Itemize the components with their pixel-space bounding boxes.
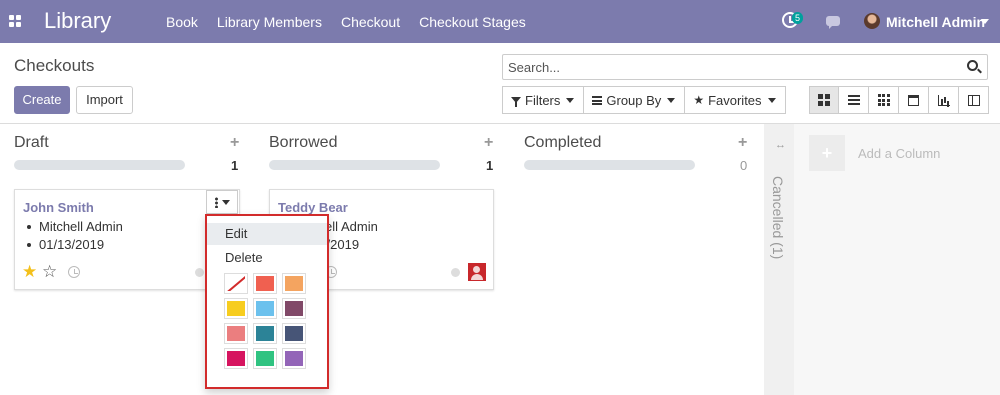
caret-down-icon (767, 97, 776, 103)
table-icon (967, 94, 980, 106)
favorites-button[interactable]: ★ Favorites (685, 86, 786, 114)
column-count-completed: 0 (740, 158, 748, 173)
create-button[interactable]: Create (14, 86, 70, 114)
color-swatch-yellow[interactable] (224, 298, 248, 319)
color-swatch-salmon-pink[interactable] (224, 323, 248, 344)
color-picker (224, 273, 325, 369)
bars-icon (592, 95, 603, 105)
column-progress-bar (14, 160, 185, 170)
user-avatar[interactable] (864, 13, 880, 29)
color-swatch-green[interactable] (253, 348, 277, 369)
grid-icon (877, 94, 890, 106)
delete-menu-item[interactable]: Delete (207, 247, 327, 269)
messaging-icon[interactable] (826, 16, 840, 29)
graph-view-button[interactable] (929, 86, 959, 114)
page-title: Checkouts (14, 56, 95, 75)
add-column-area: + Add a Column (794, 124, 1000, 395)
main-menu: Book Library Members Checkout Checkout S… (166, 14, 545, 30)
view-switcher (809, 86, 989, 114)
caret-down-icon (667, 97, 676, 103)
column-progress-bar (269, 160, 440, 170)
column-title-borrowed: Borrowed (269, 134, 338, 151)
quick-create-completed-button[interactable]: + (738, 134, 747, 152)
star-icon: ★ (693, 93, 705, 107)
list-icon (847, 95, 860, 105)
add-column-label[interactable]: Add a Column (858, 146, 940, 161)
color-swatch-dark-purple[interactable] (282, 298, 306, 319)
chevron-down-icon[interactable] (981, 19, 989, 24)
filter-icon (511, 97, 521, 107)
search-box (502, 54, 988, 80)
card-title[interactable]: Teddy Bear (278, 200, 348, 215)
filters-button[interactable]: Filters (502, 86, 585, 114)
top-navbar: Library Book Library Members Checkout Ch… (0, 0, 1000, 43)
calendar-icon (908, 94, 919, 106)
bar-chart-icon (937, 94, 950, 106)
edit-menu-item[interactable]: Edit (207, 223, 327, 245)
column-count-borrowed: 1 (486, 158, 494, 173)
menu-item-checkout-stages[interactable]: Checkout Stages (419, 14, 526, 30)
column-progress-bar (524, 160, 695, 170)
import-button[interactable]: Import (76, 86, 133, 114)
kanban-state-dot[interactable] (451, 268, 460, 277)
color-swatch-red[interactable] (253, 273, 277, 294)
column-count-draft: 1 (231, 158, 239, 173)
menu-item-checkout[interactable]: Checkout (341, 14, 400, 30)
color-swatch-medium-blue[interactable] (253, 323, 277, 344)
activity-clock-icon[interactable] (68, 266, 80, 278)
calendar-view-button[interactable] (899, 86, 929, 114)
folded-column-title[interactable]: Cancelled (1) (770, 176, 786, 259)
folded-column-cancelled[interactable]: ↔ Cancelled (1) (764, 124, 794, 395)
priority-star-filled-icon[interactable]: ★ (22, 263, 37, 280)
group-by-label: Group By (606, 92, 662, 108)
grid-view-button[interactable] (869, 86, 899, 114)
add-column-plus-button[interactable]: + (809, 135, 845, 171)
color-swatch-none[interactable] (224, 273, 248, 294)
kanban-view-button[interactable] (809, 86, 839, 114)
user-menu[interactable]: Mitchell Admin (886, 14, 985, 30)
user-avatar (468, 263, 486, 281)
color-swatch-dark-blue[interactable] (282, 323, 306, 344)
quick-create-draft-button[interactable]: + (230, 134, 239, 152)
search-icon[interactable] (967, 60, 978, 71)
card-title[interactable]: John Smith (23, 200, 94, 215)
favorites-label: Favorites (708, 92, 762, 108)
kebab-icon (214, 196, 218, 208)
kanban-icon (818, 94, 830, 106)
card-details: Mitchell Admin 01/13/2019 (23, 218, 123, 254)
search-options: Filters Group By ★ Favorites (502, 86, 786, 114)
filters-label: Filters (525, 92, 561, 108)
apps-menu-icon[interactable] (9, 15, 21, 27)
priority-star-empty-icon[interactable]: ☆ (42, 263, 57, 280)
quick-create-borrowed-button[interactable]: + (484, 134, 493, 152)
activity-count-badge: 5 (792, 12, 804, 24)
card-dropdown-toggle[interactable] (206, 190, 238, 214)
color-swatch-light-blue[interactable] (253, 298, 277, 319)
list-view-button[interactable] (839, 86, 869, 114)
pivot-view-button[interactable] (959, 86, 989, 114)
card-dropdown-menu: Edit Delete (205, 214, 329, 389)
column-title-draft: Draft (14, 134, 49, 151)
caret-down-icon (221, 199, 230, 205)
menu-item-book[interactable]: Book (166, 14, 198, 30)
caret-down-icon (566, 97, 575, 103)
column-title-completed: Completed (524, 134, 602, 151)
group-by-button[interactable]: Group By (584, 86, 686, 114)
search-input[interactable] (503, 55, 943, 79)
card-detail-member: Mitchell Admin (23, 218, 123, 236)
menu-item-library-members[interactable]: Library Members (217, 14, 322, 30)
color-swatch-fuchsia[interactable] (224, 348, 248, 369)
app-title: Library (44, 8, 112, 33)
card-detail-date: 01/13/2019 (23, 236, 123, 254)
color-swatch-purple[interactable] (282, 348, 306, 369)
kanban-state-dot[interactable] (195, 268, 204, 277)
color-swatch-orange[interactable] (282, 273, 306, 294)
unfold-arrows-icon[interactable]: ↔ (775, 139, 786, 151)
